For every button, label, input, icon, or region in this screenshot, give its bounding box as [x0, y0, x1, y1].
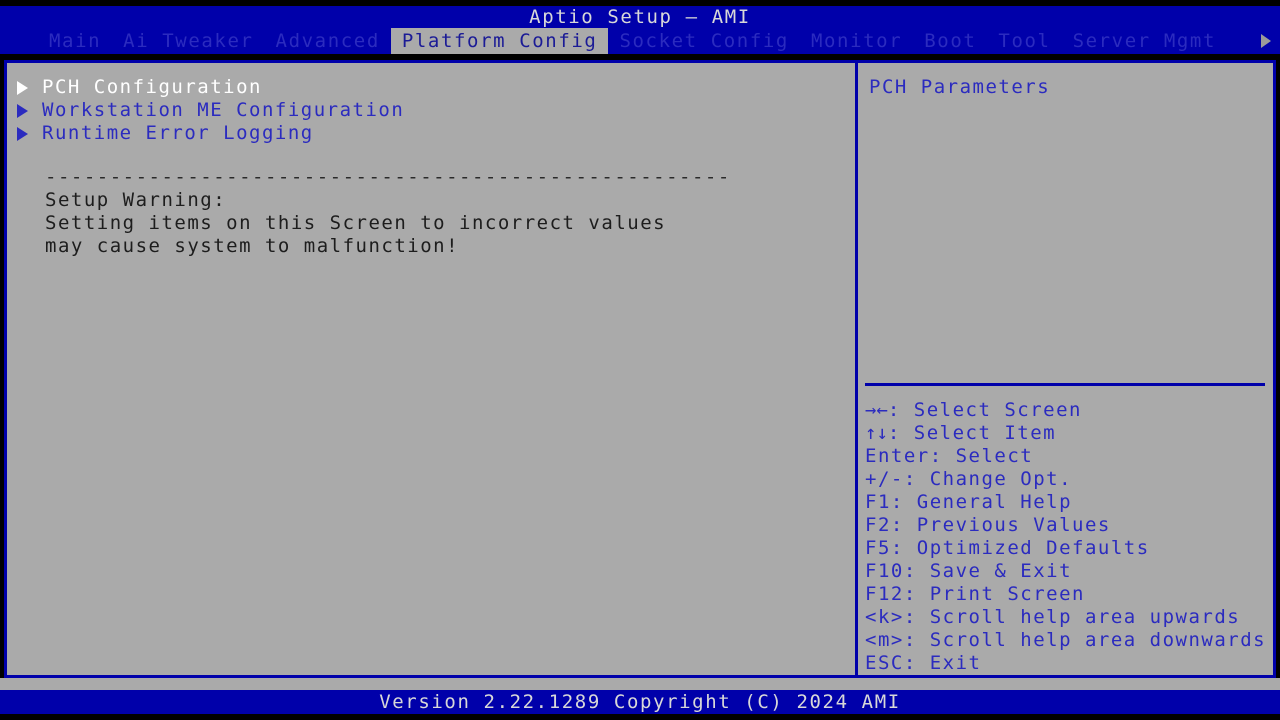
key-legend-text: F1: General Help — [865, 491, 1073, 513]
settings-item-runtime-error-logging[interactable]: Runtime Error Logging — [7, 122, 855, 145]
settings-item-label: PCH Configuration — [42, 76, 262, 98]
settings-list: PCH Configuration Workstation ME Configur… — [7, 76, 855, 145]
settings-item-label: Workstation ME Configuration — [42, 99, 405, 121]
menu-tab-monitor[interactable]: Monitor — [800, 28, 913, 54]
key-legend: →←: Select Screen ↑↓: Select Item Enter: S… — [858, 386, 1273, 675]
key-legend-row: ESC: Exit — [865, 652, 1273, 675]
menu-tab-boot[interactable]: Boot — [913, 28, 987, 54]
menu-tab-main[interactable]: Main — [38, 28, 112, 54]
key-legend-row: +/-: Change Opt. — [865, 468, 1273, 491]
key-legend-text: F12: Print Screen — [865, 583, 1085, 605]
key-legend-text: Enter: Select — [865, 445, 1034, 467]
submenu-arrow-icon — [17, 80, 28, 95]
menu-tab-socket-config[interactable]: Socket Config — [608, 28, 800, 54]
settings-pane: PCH Configuration Workstation ME Configur… — [7, 63, 855, 675]
settings-item-label: Runtime Error Logging — [42, 122, 314, 144]
key-legend-row: F5: Optimized Defaults — [865, 537, 1273, 560]
separator-line: ----------------------------------------… — [45, 166, 731, 188]
key-legend-row: →←: Select Screen — [865, 399, 1273, 422]
help-pane: PCH Parameters →←: Select Screen ↑↓: Sele… — [858, 63, 1273, 675]
setup-warning-line: may cause system to malfunction! — [45, 235, 460, 257]
key-legend-row: F10: Save & Exit — [865, 560, 1273, 583]
key-legend-row: F12: Print Screen — [865, 583, 1273, 606]
footer-version: Version 2.22.1289 Copyright (C) 2024 AMI — [0, 690, 1280, 714]
key-glyph-icon: ↑↓ — [865, 422, 888, 444]
key-legend-row: Enter: Select — [865, 445, 1273, 468]
content-frame: PCH Configuration Workstation ME Configur… — [4, 60, 1276, 678]
key-legend-row: <m>: Scroll help area downwards — [865, 629, 1273, 652]
setup-warning-line: Setting items on this Screen to incorrec… — [45, 212, 667, 234]
submenu-arrow-icon — [17, 103, 28, 118]
menu-tab-ai-tweaker[interactable]: Ai Tweaker — [112, 28, 264, 54]
key-legend-row: F2: Previous Values — [865, 514, 1273, 537]
menu-bar: Main Ai Tweaker Advanced Platform Config Soc… — [0, 28, 1280, 54]
key-legend-text: F2: Previous Values — [865, 514, 1111, 536]
key-legend-row: F1: General Help — [865, 491, 1273, 514]
menu-tab-server-mgmt[interactable]: Server Mgmt — [1062, 28, 1227, 54]
chevron-right-icon — [1261, 34, 1271, 48]
key-legend-text: F10: Save & Exit — [865, 560, 1073, 582]
menu-tab-advanced[interactable]: Advanced — [265, 28, 391, 54]
key-legend-row: ↑↓: Select Item — [865, 422, 1273, 445]
key-legend-text: : Select Screen — [887, 399, 1082, 421]
key-legend-text: <k>: Scroll help area upwards — [865, 606, 1241, 628]
setup-warning-line: Setup Warning: — [45, 189, 227, 211]
bios-setup-screen: Aptio Setup – AMI Main Ai Tweaker Advanced… — [0, 0, 1280, 720]
key-legend-text: : Select Item — [887, 422, 1057, 444]
settings-item-pch-configuration[interactable]: PCH Configuration — [7, 76, 855, 99]
key-legend-text: <m>: Scroll help area downwards — [865, 629, 1267, 651]
submenu-arrow-icon — [17, 126, 28, 141]
window-title: Aptio Setup – AMI — [0, 6, 1280, 28]
key-glyph-icon: →← — [865, 399, 888, 421]
menu-scroll-right-indicator[interactable] — [1261, 34, 1271, 48]
help-description: PCH Parameters — [869, 76, 1051, 98]
settings-item-workstation-me-configuration[interactable]: Workstation ME Configuration — [7, 99, 855, 122]
key-legend-text: ESC: Exit — [865, 652, 982, 674]
key-legend-row: <k>: Scroll help area upwards — [865, 606, 1273, 629]
help-spacer — [858, 99, 1273, 383]
key-legend-text: +/-: Change Opt. — [865, 468, 1073, 490]
setup-warning: Setup Warning: Setting items on this Scre… — [7, 189, 855, 258]
bottom-gray-strip — [0, 678, 1280, 690]
key-legend-text: F5: Optimized Defaults — [865, 537, 1150, 559]
menu-tab-tool[interactable]: Tool — [987, 28, 1061, 54]
menu-tab-platform-config[interactable]: Platform Config — [390, 28, 609, 54]
